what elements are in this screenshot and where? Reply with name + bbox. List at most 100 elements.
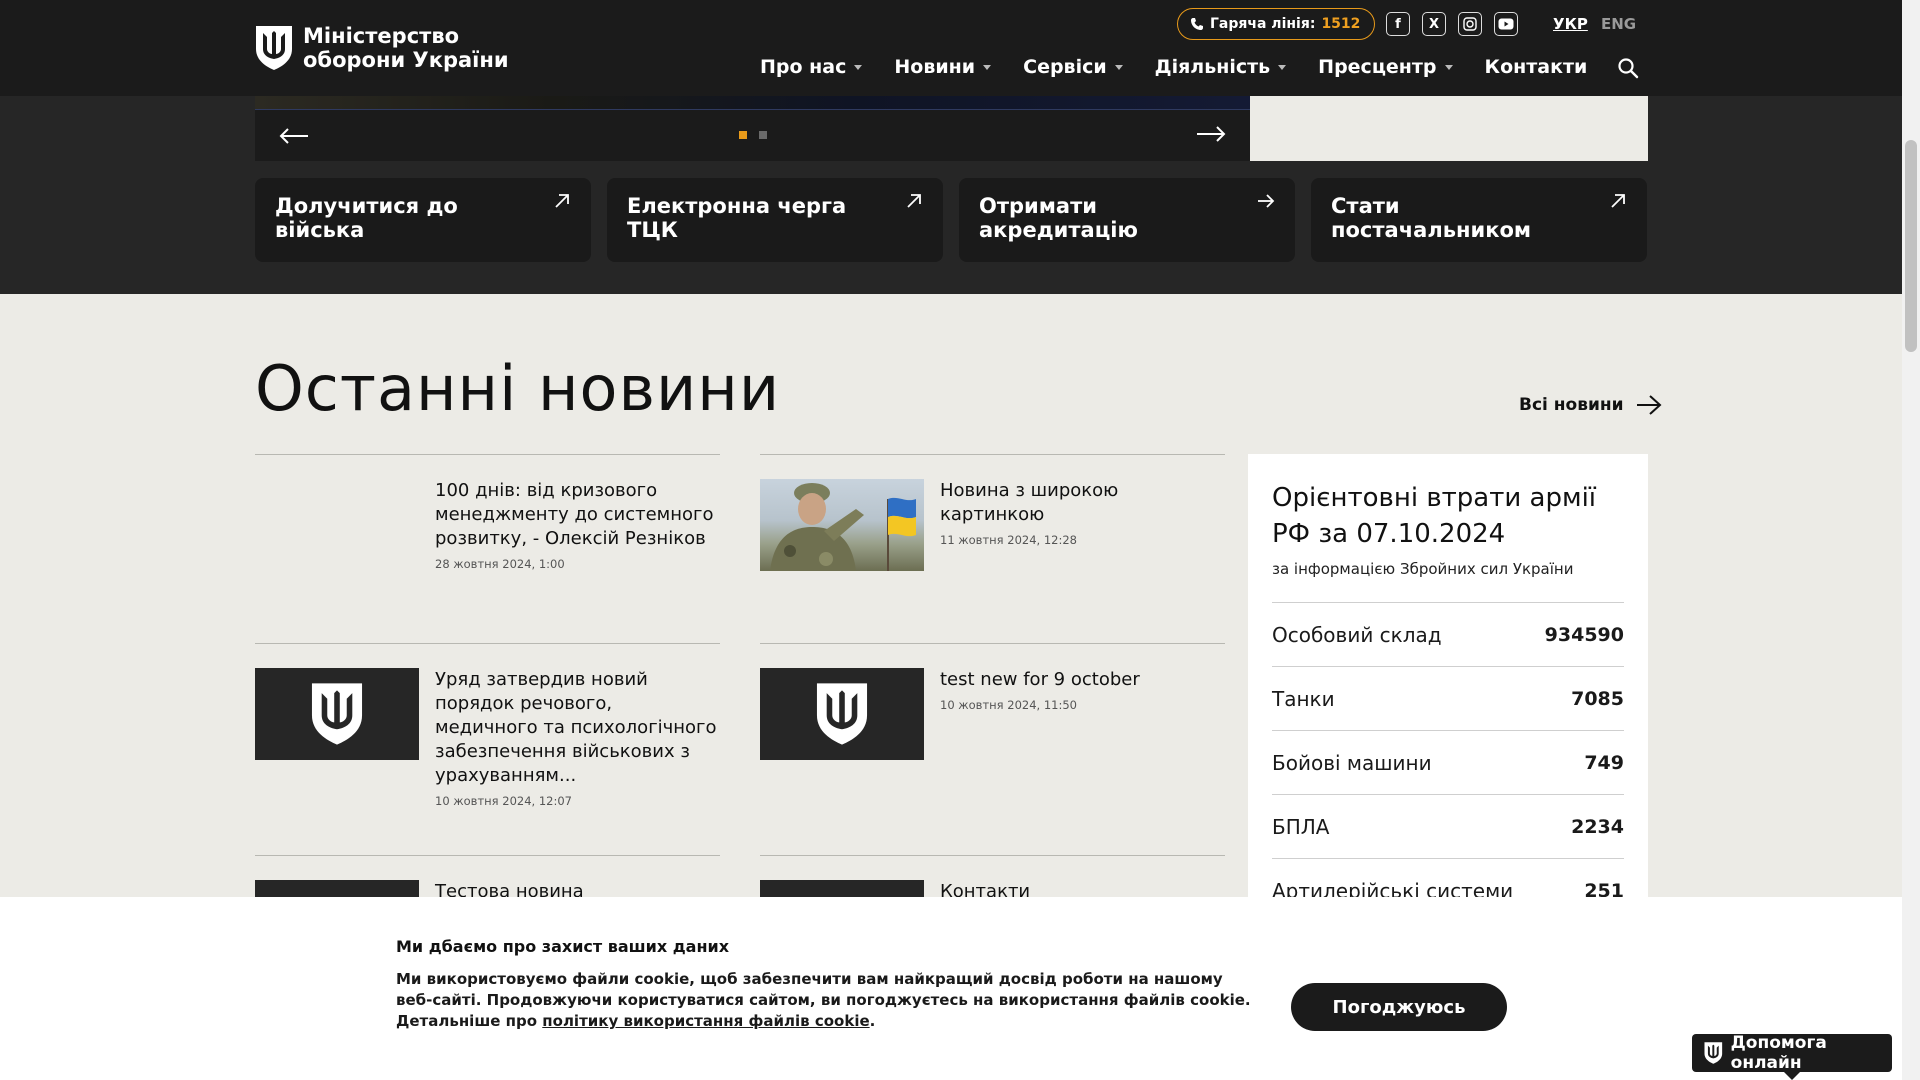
news-card[interactable]: Уряд затвердив новий порядок речового, м… [255,643,720,808]
news-card[interactable]: 100 днів: від кризового менеджменту до с… [255,454,720,571]
x-icon[interactable]: X [1422,12,1446,36]
cookie-text-end: . [869,1012,876,1030]
nav-news[interactable]: Новини [894,56,992,78]
news-title: Новина з широкою картинкою [940,480,1119,525]
all-news-label: Всі новини [1519,395,1624,415]
all-news-link[interactable]: Всі новини [1519,394,1662,416]
news-title: Уряд затвердив новий порядок речового, м… [435,669,717,786]
main-nav: Про нас Новини Сервіси Діяльність Пресце… [760,56,1587,78]
arrow-left-icon[interactable] [279,127,309,145]
news-thumbnail [255,479,419,571]
nav-services[interactable]: Сервіси [1023,56,1123,78]
arrow-right-icon[interactable] [1196,125,1226,143]
site-header: Міністерство оборони України Гаряча ліні… [0,0,1902,96]
lang-eng-link[interactable]: ENG [1601,15,1636,33]
news-title: test new for 9 october [940,669,1140,690]
page-scrollbar[interactable] [1902,0,1920,1080]
cookie-policy-link[interactable]: політику використання файлів cookie [542,1012,869,1030]
trident-logo-icon [816,683,868,745]
chevron-down-icon [1278,64,1287,70]
nav-about-label: Про нас [760,56,847,78]
loss-label: Бойові машини [1272,750,1432,775]
losses-subtitle: за інформацією Збройних сил України [1272,560,1574,578]
quick-link-join-army[interactable]: Долучитися до війська [255,178,591,262]
search-icon[interactable] [1617,57,1639,79]
quick-link-label: Долучитися до війська [275,194,458,242]
hotline-number: 1512 [1321,16,1361,32]
scrollbar-thumb[interactable] [1905,140,1917,352]
losses-panel: Орієнтовні втрати армії РФ за 07.10.2024… [1248,454,1648,954]
hotline-label: Гаряча лінія: [1210,16,1316,32]
slider-dot-1[interactable] [739,131,747,139]
help-online-label: Допомога онлайн [1730,1033,1827,1073]
help-bubble-tail [1784,1072,1800,1080]
slider-controls [255,110,1250,161]
loss-label: Танки [1272,686,1335,711]
nav-presscenter-label: Пресцентр [1318,56,1437,78]
nav-about[interactable]: Про нас [760,56,863,78]
loss-value: 934590 [1544,623,1624,646]
chevron-down-icon [983,64,992,70]
news-thumbnail [760,668,924,760]
logo-line-1: Міністерство [303,24,460,48]
news-date: 10 жовтня 2024, 12:07 [435,794,572,808]
quick-link-tck-queue[interactable]: Електронна черга ТЦК [607,178,943,262]
nav-news-label: Новини [894,56,976,78]
social-links: f X [1386,12,1518,36]
loss-row: Танки 7085 [1272,666,1624,730]
phone-icon [1191,18,1203,30]
news-card[interactable]: test new for 9 october 10 жовтня 2024, 1… [760,643,1225,760]
slider-image [255,96,1250,110]
loss-value: 2234 [1571,815,1624,838]
news-date: 28 жовтня 2024, 1:00 [435,557,565,571]
nav-contacts-label: Контакти [1484,56,1588,78]
trident-logo-icon [256,26,292,70]
hotline-badge[interactable]: Гаряча лінія: 1512 [1177,8,1376,40]
news-thumbnail [255,668,419,760]
instagram-icon[interactable] [1458,12,1482,36]
loss-value: 7085 [1571,687,1624,710]
loss-row: Особовий склад 934590 [1272,602,1624,666]
nav-presscenter[interactable]: Пресцентр [1318,56,1453,78]
quick-link-label: Отримати акредитацію [979,194,1138,242]
trident-logo-icon [311,683,363,745]
cookie-title: Ми дбаємо про захист ваших даних [396,937,730,956]
loss-row: Бойові машини 749 [1272,730,1624,794]
news-date: 11 жовтня 2024, 12:28 [940,533,1077,547]
chevron-down-icon [1444,64,1453,70]
nav-activity-label: Діяльність [1154,56,1271,78]
logo-line-2: оборони України [303,48,509,72]
chevron-down-icon [1114,64,1123,70]
lang-ukr-link[interactable]: УКР [1553,15,1588,33]
news-card[interactable]: Новина з широкою картинкою 11 жовтня 202… [760,454,1225,571]
accept-cookies-button[interactable]: Погоджуюсь [1291,983,1507,1031]
quick-link-accreditation[interactable]: Отримати акредитацію [959,178,1295,262]
arrow-up-right-icon [555,194,569,208]
youtube-icon[interactable] [1494,12,1518,36]
arrow-right-icon [1258,194,1275,208]
nav-services-label: Сервіси [1023,56,1107,78]
quick-link-label: Електронна черга ТЦК [627,194,847,242]
facebook-icon[interactable]: f [1386,12,1410,36]
cookie-banner: Ми дбаємо про захист ваших даних Ми вико… [0,897,1902,1080]
help-online-button[interactable]: Допомога онлайн [1692,1033,1892,1073]
cookie-text: Ми використовуємо файли cookie, щоб забе… [396,969,1256,1032]
news-date: 10 жовтня 2024, 11:50 [940,698,1077,712]
loss-label: БПЛА [1272,814,1330,839]
nav-activity[interactable]: Діяльність [1155,56,1287,78]
slider-dots [739,131,767,139]
slider-side-panel [1250,96,1648,161]
soldier-salute-image [770,483,916,571]
news-title: 100 днів: від кризового менеджменту до с… [435,480,714,549]
losses-title: Орієнтовні втрати армії РФ за 07.10.2024 [1272,483,1597,549]
loss-row: БПЛА 2234 [1272,794,1624,858]
arrow-up-right-icon [1611,194,1625,208]
quick-link-supplier[interactable]: Стати постачальником [1311,178,1647,262]
slider-dot-2[interactable] [759,131,767,139]
news-photo [760,479,924,571]
quick-links: Долучитися до війська Електронна черга Т… [255,178,1647,262]
nav-contacts[interactable]: Контакти [1485,56,1588,78]
trident-logo-icon [1704,1042,1723,1064]
arrow-right-icon [1636,395,1662,415]
site-logo[interactable]: Міністерство оборони України [255,24,509,72]
